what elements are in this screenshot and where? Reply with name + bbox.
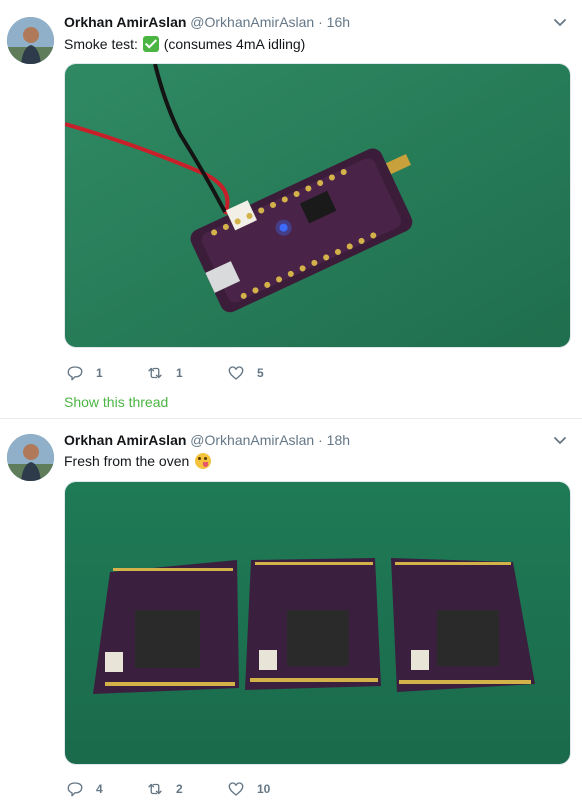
tweet[interactable]: Orkhan AmirAslan @OrkhanAmirAslan · 18h … [0, 418, 582, 802]
check-mark-icon [142, 36, 159, 52]
reply-icon [67, 782, 83, 797]
retweet-icon [148, 367, 162, 379]
tweet-header: Orkhan AmirAslan @OrkhanAmirAslan · 16h [64, 13, 350, 31]
author-name[interactable]: Orkhan AmirAslan [64, 432, 186, 448]
like-button[interactable]: 5 [227, 363, 264, 383]
face-savoring-food-icon [195, 453, 212, 469]
timestamp[interactable]: 18h [327, 432, 350, 448]
separator: · [318, 432, 323, 448]
reply-icon [67, 366, 83, 381]
author-handle[interactable]: @OrkhanAmirAslan [190, 14, 314, 30]
like-count: 5 [257, 366, 264, 380]
tweet-text-start: Smoke test: [64, 36, 138, 52]
retweet-button[interactable]: 2 [146, 779, 183, 799]
show-thread-link[interactable]: Show this thread [64, 394, 168, 410]
reply-button[interactable]: 4 [66, 779, 103, 799]
tweet-text-start: Fresh from the oven [64, 453, 190, 469]
retweet-icon [148, 783, 162, 795]
tweet-text-end: (consumes 4mA idling) [163, 36, 306, 52]
retweet-count: 2 [176, 782, 183, 796]
reply-count: 1 [96, 366, 103, 380]
author-name[interactable]: Orkhan AmirAslan [64, 14, 186, 30]
heart-icon [228, 782, 244, 796]
tweet[interactable]: Orkhan AmirAslan @OrkhanAmirAslan · 16h … [0, 0, 582, 418]
tweet-photo[interactable] [64, 481, 571, 765]
like-count: 10 [257, 782, 271, 796]
separator: · [318, 14, 323, 30]
author-handle[interactable]: @OrkhanAmirAslan [190, 432, 314, 448]
like-button[interactable]: 10 [227, 779, 270, 799]
reply-button[interactable]: 1 [66, 363, 103, 383]
avatar[interactable] [7, 17, 54, 64]
retweet-button[interactable]: 1 [146, 363, 183, 383]
chevron-down-icon[interactable] [552, 14, 568, 30]
heart-icon [228, 366, 244, 380]
reply-count: 4 [96, 782, 103, 796]
tweet-text: Fresh from the oven [64, 451, 212, 471]
retweet-count: 1 [176, 366, 183, 380]
timestamp[interactable]: 16h [327, 14, 350, 30]
chevron-down-icon[interactable] [552, 432, 568, 448]
tweet-photo[interactable] [64, 63, 571, 348]
tweet-header: Orkhan AmirAslan @OrkhanAmirAslan · 18h [64, 431, 350, 449]
tweet-text: Smoke test: (consumes 4mA idling) [64, 34, 305, 54]
avatar[interactable] [7, 434, 54, 481]
